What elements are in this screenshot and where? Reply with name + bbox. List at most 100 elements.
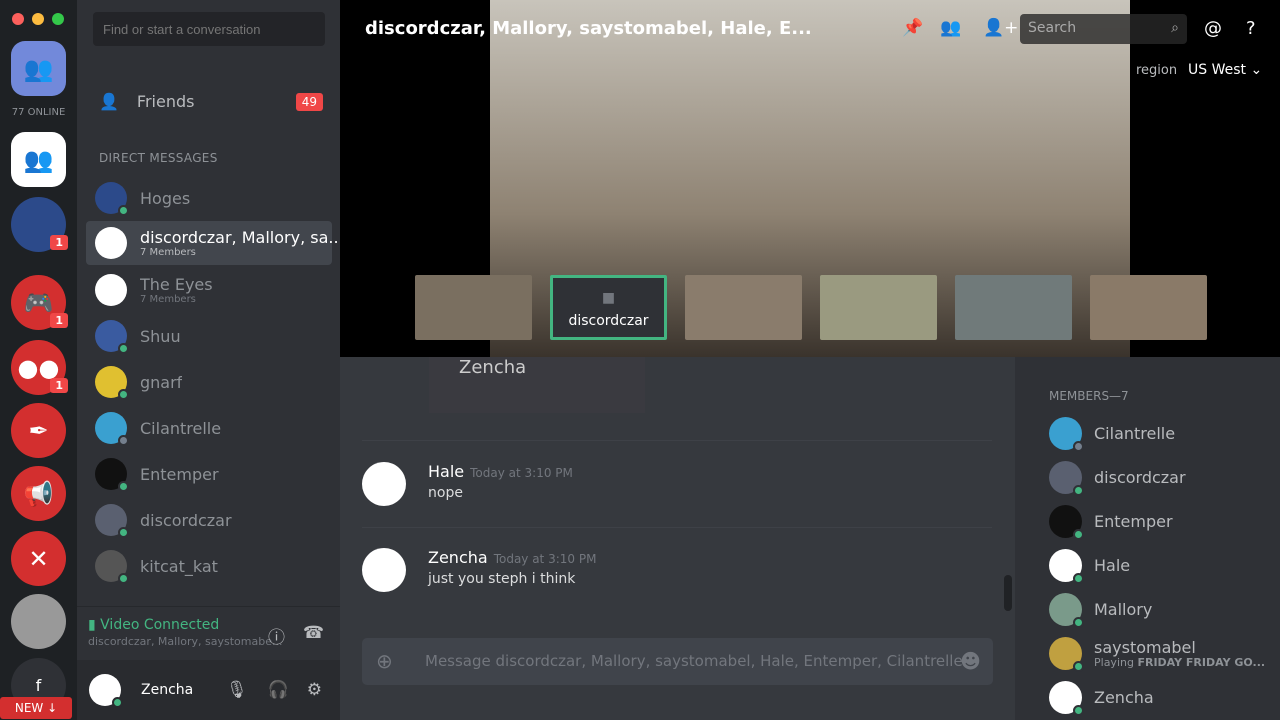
microphone-icon[interactable]: 🎙	[226, 680, 248, 700]
close-window-button[interactable]	[12, 13, 24, 25]
friends-count-badge: 49	[295, 92, 323, 111]
dm-item[interactable]: The Eyes 7 Members	[86, 268, 332, 312]
member-item[interactable]: saystomabel Playing FRIDAY FRIDAY GO...	[1049, 637, 1266, 672]
message-placeholder: Message discordczar, Mallory, saystomabe…	[425, 652, 963, 670]
participant-video[interactable]	[415, 275, 532, 340]
avatar	[95, 550, 129, 584]
server-art[interactable]	[11, 594, 66, 649]
minimize-window-button[interactable]	[32, 13, 44, 25]
dm-item[interactable]: gnarf	[86, 360, 332, 404]
headphones-icon[interactable]: 🎧	[268, 680, 289, 700]
mentions-icon[interactable]: @	[1204, 18, 1222, 39]
avatar	[95, 504, 129, 538]
participant-video[interactable]	[1090, 275, 1207, 340]
server-design[interactable]: ✒	[11, 403, 66, 458]
participant-video[interactable]	[685, 275, 802, 340]
image-attachment[interactable]: Zencha	[429, 357, 645, 413]
divider	[362, 440, 992, 441]
avatar	[95, 412, 129, 446]
server-tools[interactable]: ✕	[11, 531, 66, 586]
avatar	[89, 674, 123, 708]
member-item[interactable]: Hale	[1049, 549, 1130, 584]
avatar	[95, 182, 129, 216]
pen-nib-icon: ✒	[28, 416, 49, 445]
window-controls	[12, 13, 64, 25]
member-name: Mallory	[1094, 600, 1153, 619]
dm-item[interactable]: Entemper	[86, 452, 332, 496]
group-dm-icon[interactable]: 👥	[11, 132, 66, 187]
dm-members-count: 7 Members	[140, 294, 196, 305]
user-panel: Zencha 🎙 🎧 ⚙	[77, 660, 340, 720]
message-text: just you steph i think	[428, 571, 576, 587]
message-text: nope	[428, 485, 463, 501]
participant-thumbnails: ■ discordczar	[415, 275, 1207, 340]
server-announcements[interactable]: 📢	[11, 466, 66, 521]
avatar	[1049, 593, 1084, 628]
participant-video-active[interactable]: ■ discordczar	[550, 275, 667, 340]
members-icon[interactable]: 👥	[940, 18, 961, 38]
member-item[interactable]: discordczar	[1049, 461, 1186, 496]
friends-link[interactable]: 👤 Friends 49	[99, 92, 323, 111]
add-friend-icon[interactable]: 👤+	[983, 18, 1018, 38]
settings-gear-icon[interactable]: ⚙	[307, 680, 322, 700]
dm-name: discordczar, Mallory, sa...	[140, 228, 344, 247]
maximize-window-button[interactable]	[52, 13, 64, 25]
mention-badge: 1	[50, 378, 68, 393]
dm-item[interactable]: Hoges	[86, 176, 332, 220]
tools-icon: ✕	[28, 544, 49, 573]
participant-video[interactable]	[955, 275, 1072, 340]
server-gaming[interactable]: 🎮 1	[11, 275, 68, 330]
member-name: Cilantrelle	[1094, 424, 1176, 443]
message-timestamp: Today at 3:10 PM	[493, 552, 597, 566]
message-input[interactable]: ⊕ Message discordczar, Mallory, saystoma…	[362, 638, 993, 685]
avatar	[1049, 461, 1084, 496]
avatar	[1049, 549, 1084, 584]
members-header: MEMBERS—7	[1049, 389, 1129, 403]
dm-item[interactable]: discordczar, Mallory, sa... 7 Members	[86, 221, 344, 265]
info-icon[interactable]: ⓘ	[268, 623, 285, 648]
member-item[interactable]: Entemper	[1049, 505, 1173, 540]
dm-members-count: 7 Members	[140, 247, 196, 258]
find-conversation-input[interactable]	[93, 12, 325, 46]
avatar	[362, 548, 406, 592]
dm-name: Shuu	[140, 326, 181, 346]
dm-name: discordczar	[140, 510, 232, 530]
member-item[interactable]: Mallory	[1049, 593, 1153, 628]
activity-game: FRIDAY FRIDAY GO...	[1137, 655, 1266, 669]
channel-title: discordczar, Mallory, saystomabel, Hale,…	[365, 18, 812, 39]
avatar	[95, 458, 129, 492]
online-count: 77 ONLINE	[11, 107, 66, 118]
upload-plus-icon[interactable]: ⊕	[376, 649, 393, 673]
avatar	[1049, 681, 1084, 716]
new-unreads-button[interactable]: NEW ↓	[0, 697, 72, 719]
friends-home-button[interactable]: 👥	[11, 41, 66, 96]
help-icon[interactable]: ?	[1246, 18, 1256, 39]
search-input[interactable]: Search ⌕	[1020, 14, 1187, 44]
dm-item[interactable]: discordczar	[86, 498, 332, 542]
emoji-icon[interactable]: ☻	[960, 649, 981, 673]
pin-icon[interactable]: 📌	[902, 18, 923, 38]
member-list: MEMBERS—7 Cilantrelle discordczar Entemp…	[1015, 357, 1280, 720]
dm-item[interactable]: kitcat_kat	[86, 544, 332, 588]
dm-item[interactable]: Cilantrelle	[86, 406, 332, 450]
message-author[interactable]: Zencha	[428, 548, 488, 567]
friends-icon: 👤	[99, 92, 119, 111]
dm-item[interactable]: Shuu	[86, 314, 332, 358]
message-author[interactable]: Hale	[428, 462, 464, 481]
search-placeholder: Search	[1028, 20, 1077, 36]
member-item[interactable]: Zencha	[1049, 681, 1154, 716]
region-select[interactable]: US West ⌄	[1188, 62, 1262, 78]
mention-badge: 1	[50, 313, 68, 328]
friends-icon: 👥	[23, 54, 54, 83]
avatar	[95, 320, 129, 354]
chat-area: Zencha Hale Today at 3:10 PM nope Zencha To…	[340, 357, 1015, 720]
server-discord[interactable]: ●● 1	[11, 340, 68, 395]
member-item[interactable]: Cilantrelle	[1049, 417, 1176, 452]
disconnect-icon[interactable]: ☎	[303, 623, 324, 643]
region-label: region	[1136, 63, 1178, 78]
chat-scrollbar[interactable]	[1004, 575, 1012, 611]
member-name: Zencha	[1094, 688, 1154, 707]
server-hoges[interactable]: 1	[11, 197, 68, 252]
participant-video[interactable]	[820, 275, 937, 340]
gamepad-icon: 🎮	[23, 288, 54, 317]
